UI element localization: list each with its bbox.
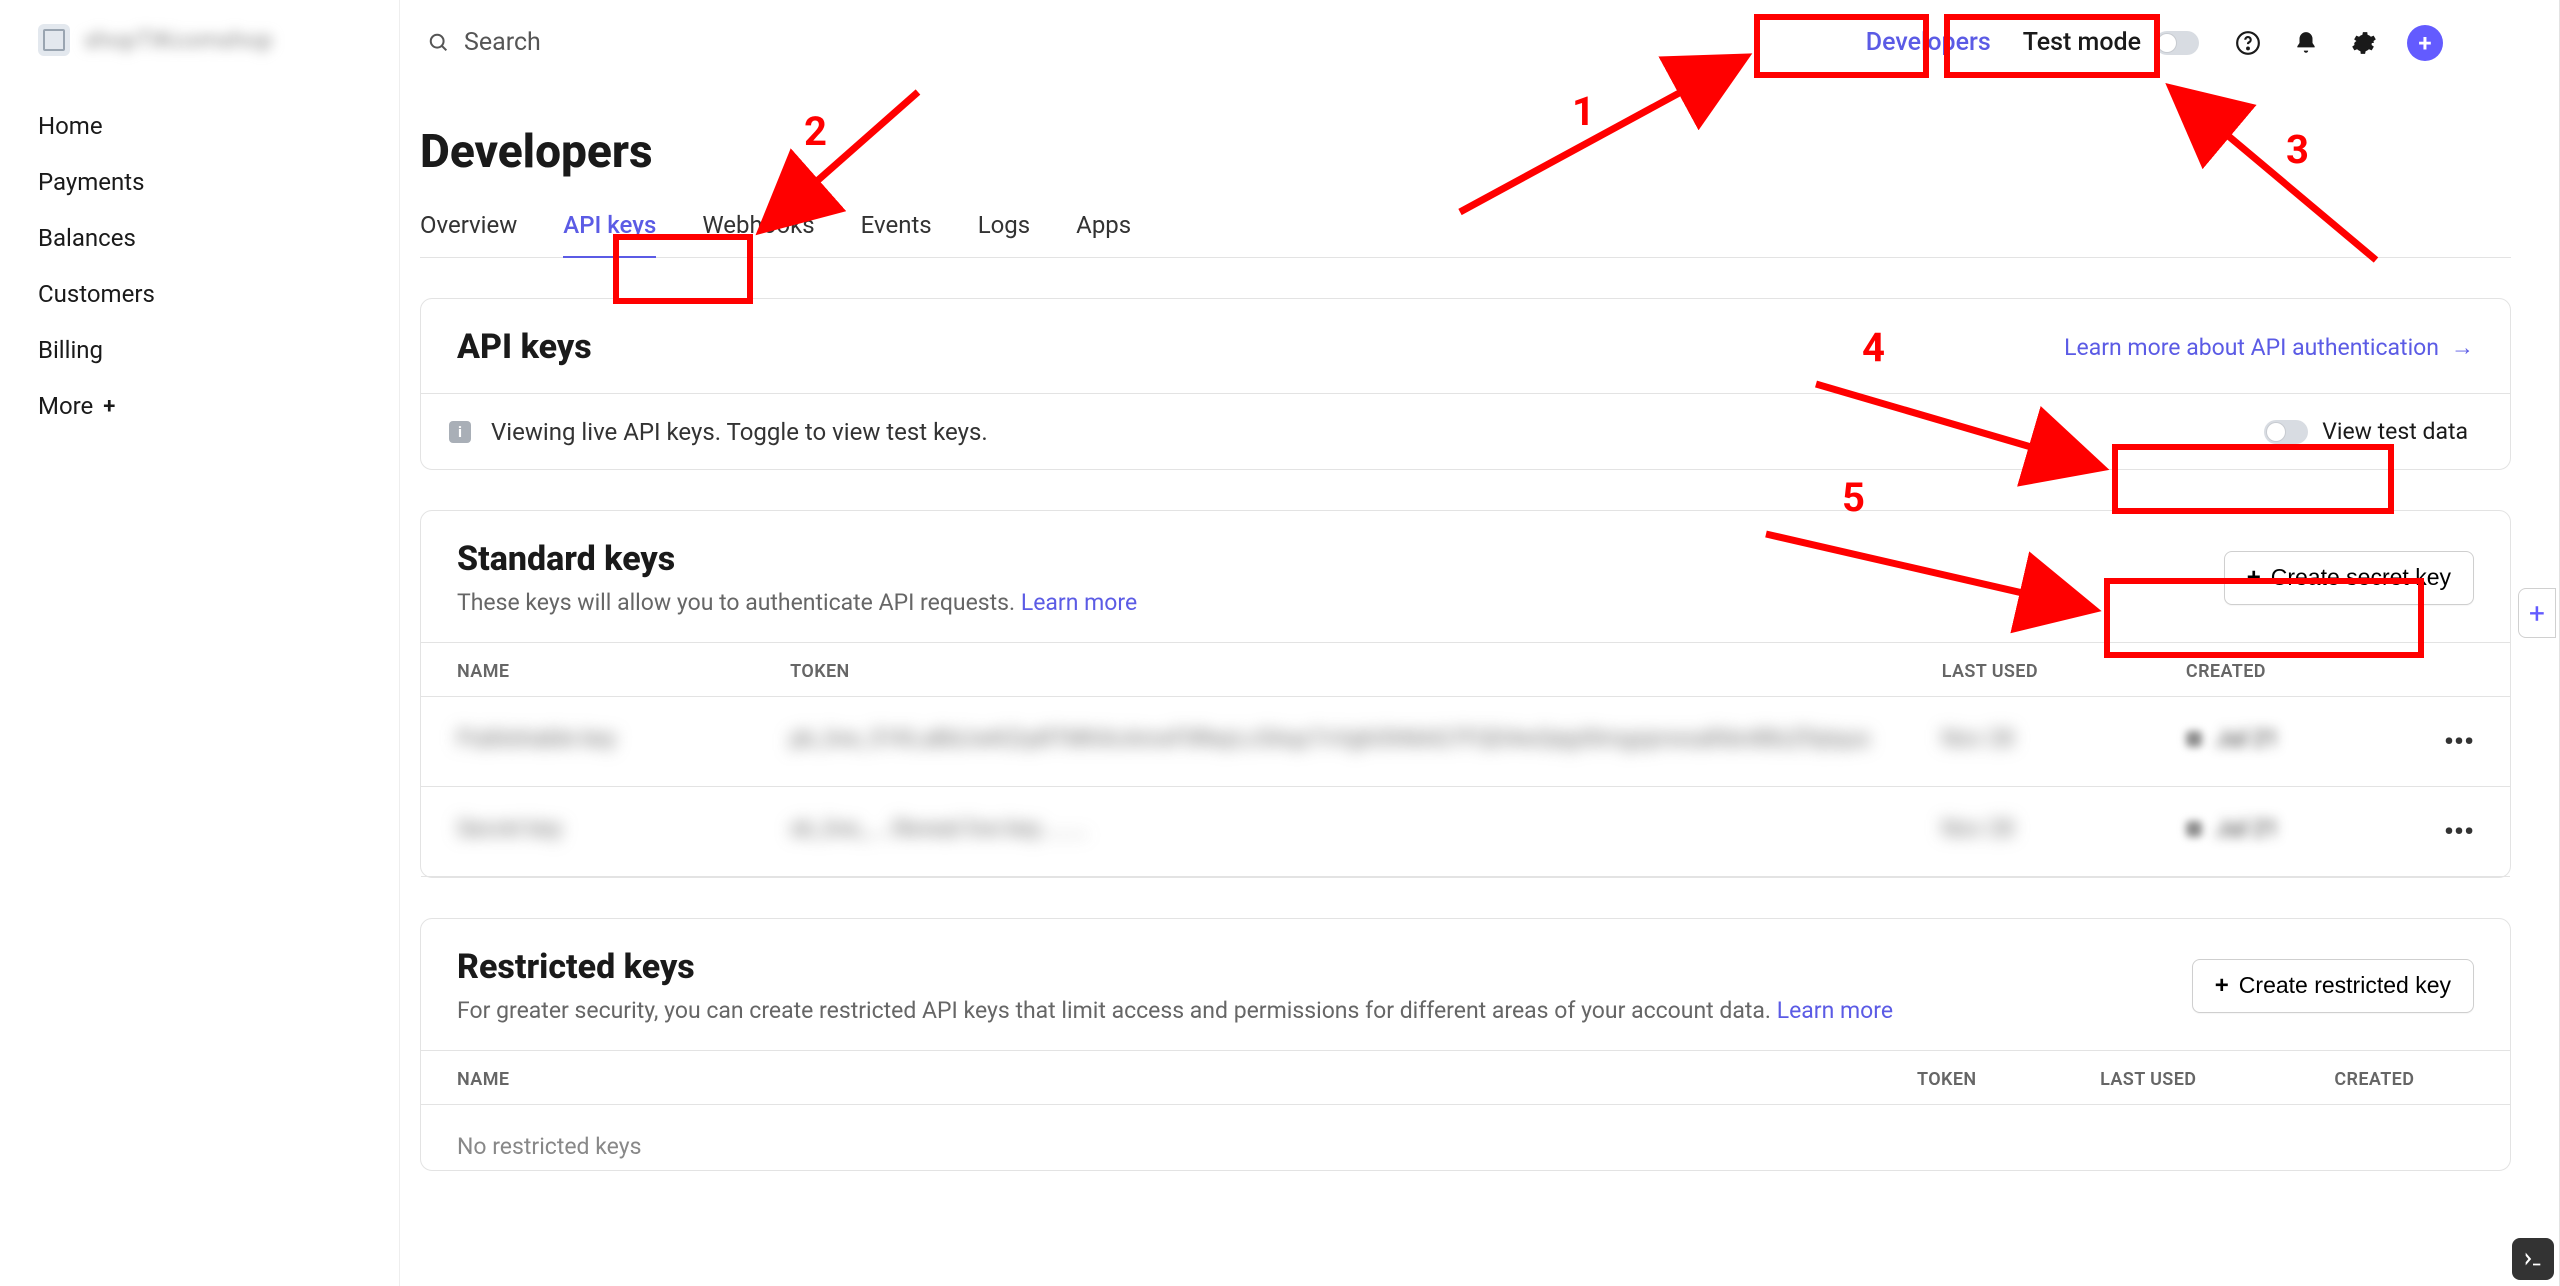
- info-icon: i: [449, 421, 471, 443]
- tab-api-keys[interactable]: API keys: [563, 197, 656, 257]
- search-icon: [428, 32, 450, 54]
- tab-overview[interactable]: Overview: [420, 197, 517, 257]
- key-name: Secret key: [457, 815, 562, 842]
- standard-keys-title: Standard keys: [457, 539, 1137, 579]
- key-last: Nov 28: [1942, 725, 2014, 752]
- api-keys-title: API keys: [457, 327, 592, 367]
- create-secret-key-button[interactable]: + Create secret key: [2224, 551, 2474, 605]
- table-row: Publishable key pk_live_51KLaBdJwKZq4lTM…: [421, 697, 2510, 787]
- restricted-keys-card: Restricted keys For greater security, yo…: [420, 918, 2511, 1171]
- store-icon: [38, 24, 70, 56]
- topbar-right: Developers Test mode +: [1864, 24, 2511, 61]
- sidebar-item-balances[interactable]: Balances: [38, 212, 399, 264]
- key-last: Nov 28: [1942, 815, 2014, 842]
- arrow-right-icon: →: [2451, 334, 2474, 361]
- sidebar-item-billing[interactable]: Billing: [38, 324, 399, 376]
- toggle-icon: [2155, 31, 2199, 55]
- tab-apps[interactable]: Apps: [1076, 197, 1131, 257]
- standard-sub-text: These keys will allow you to authenticat…: [457, 589, 1021, 616]
- bell-icon[interactable]: [2291, 28, 2321, 58]
- create-restricted-key-button[interactable]: + Create restricted key: [2192, 959, 2474, 1013]
- sidebar-item-more[interactable]: More +: [38, 380, 399, 432]
- tab-events[interactable]: Events: [861, 197, 932, 257]
- dot-icon: [2186, 821, 2202, 837]
- tab-webhooks[interactable]: Webhooks: [702, 197, 814, 257]
- sidebar-item-label: More: [38, 392, 93, 420]
- floating-terminal-button[interactable]: [2512, 1238, 2554, 1280]
- th-created: CREATED: [2150, 643, 2408, 697]
- standard-keys-card: Standard keys These keys will allow you …: [420, 510, 2511, 878]
- content: Developers Overview API keys Webhooks Ev…: [400, 77, 2559, 1181]
- help-icon[interactable]: [2233, 28, 2263, 58]
- plus-icon: +: [2215, 972, 2229, 1000]
- th-name: NAME: [421, 1051, 1881, 1105]
- key-created: Jul 21: [2216, 725, 2279, 752]
- api-keys-card: API keys Learn more about API authentica…: [420, 298, 2511, 470]
- topbar: Search Developers Test mode +: [400, 0, 2559, 77]
- page-title: Developers: [420, 125, 2511, 179]
- plus-icon: +: [103, 394, 115, 419]
- sidebar-item-customers[interactable]: Customers: [38, 268, 399, 320]
- empty-text: No restricted keys: [457, 1133, 641, 1160]
- th-name: NAME: [421, 643, 754, 697]
- learn-more-auth-link[interactable]: Learn more about API authentication →: [2064, 334, 2474, 361]
- standard-learn-more-link[interactable]: Learn more: [1021, 589, 1137, 616]
- dot-icon: [2186, 731, 2202, 747]
- learn-more-auth-text: Learn more about API authentication: [2064, 334, 2439, 361]
- app-root: shopTIKcomshop Home Payments Balances Cu…: [0, 0, 2560, 1286]
- table-row-empty: No restricted keys: [421, 1105, 2510, 1171]
- row-actions-button[interactable]: •••: [2444, 815, 2474, 848]
- search[interactable]: Search: [416, 28, 1844, 57]
- developers-link[interactable]: Developers: [1864, 24, 1993, 61]
- test-mode-toggle[interactable]: Test mode: [2021, 24, 2205, 61]
- key-name: Publishable key: [457, 725, 616, 752]
- key-created: Jul 21: [2216, 815, 2279, 842]
- view-test-data-toggle[interactable]: View test data: [2258, 414, 2474, 449]
- restricted-learn-more-link[interactable]: Learn more: [1777, 997, 1893, 1024]
- gear-icon[interactable]: [2349, 28, 2379, 58]
- sidebar: shopTIKcomshop Home Payments Balances Cu…: [0, 0, 400, 1286]
- plus-icon: +: [2247, 564, 2261, 592]
- notice-text: Viewing live API keys. Toggle to view te…: [491, 418, 988, 446]
- create-secret-label: Create secret key: [2271, 564, 2451, 591]
- floating-add-button[interactable]: +: [2518, 588, 2556, 638]
- brand[interactable]: shopTIKcomshop: [38, 24, 399, 56]
- search-placeholder: Search: [464, 28, 541, 57]
- th-last: LAST USED: [1906, 643, 2150, 697]
- sidebar-item-home[interactable]: Home: [38, 100, 399, 152]
- key-token: pk_live_51KLaBdJwKZq4lTMhXcAmxF0ReyLc5Aq…: [790, 725, 1870, 752]
- restricted-keys-table: NAME TOKEN LAST USED CREATED No restrict…: [421, 1050, 2510, 1170]
- table-row: Secret key sk_live_....Reveal live key..…: [421, 787, 2510, 877]
- toggle-icon: [2264, 420, 2308, 444]
- test-mode-label: Test mode: [2023, 28, 2141, 57]
- key-token: sk_live_....Reveal live key........: [790, 815, 1088, 842]
- tabs: Overview API keys Webhooks Events Logs A…: [420, 197, 2511, 258]
- th-last: LAST USED: [2064, 1051, 2298, 1105]
- create-button[interactable]: +: [2407, 25, 2443, 61]
- restricted-sub-text: For greater security, you can create res…: [457, 997, 1777, 1024]
- main: Search Developers Test mode +: [400, 0, 2560, 1286]
- row-actions-button[interactable]: •••: [2444, 725, 2474, 758]
- restricted-keys-title: Restricted keys: [457, 947, 1893, 987]
- tab-logs[interactable]: Logs: [978, 197, 1030, 257]
- brand-name: shopTIKcomshop: [84, 26, 272, 54]
- standard-keys-table: NAME TOKEN LAST USED CREATED Publishable…: [421, 642, 2510, 877]
- avatar-glyph: +: [2418, 29, 2431, 57]
- th-token: TOKEN: [754, 643, 1906, 697]
- create-restricted-label: Create restricted key: [2239, 972, 2451, 999]
- th-token: TOKEN: [1881, 1051, 2064, 1105]
- th-created: CREATED: [2298, 1051, 2510, 1105]
- view-test-label: View test data: [2322, 418, 2468, 445]
- restricted-keys-sub: For greater security, you can create res…: [457, 997, 1893, 1024]
- sidebar-item-payments[interactable]: Payments: [38, 156, 399, 208]
- standard-keys-sub: These keys will allow you to authenticat…: [457, 589, 1137, 616]
